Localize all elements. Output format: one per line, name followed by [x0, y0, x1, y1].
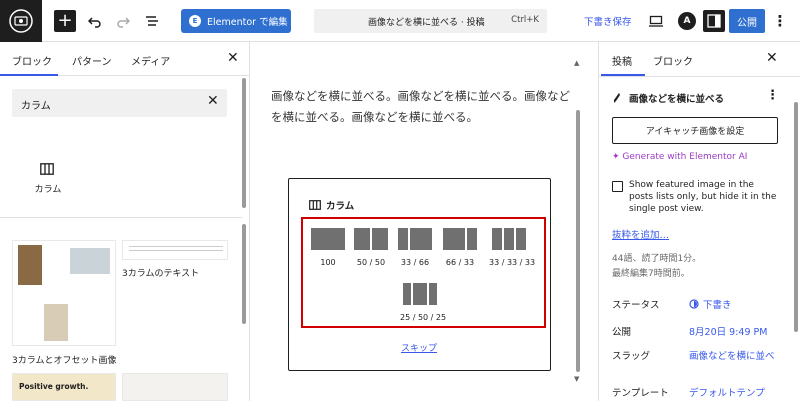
variation-label: 50 / 50: [356, 258, 386, 267]
featured-image-visibility-checkbox[interactable]: [612, 181, 623, 192]
columns-placeholder-title: カラム: [309, 198, 354, 212]
publish-date-button[interactable]: 8月20日 9:49 PM: [689, 324, 767, 338]
settings-sidebar: 投稿 ブロック ✕ 画像などを横に並べる ⋮ アイキャッチ画像を設定 ✦ Gen…: [598, 42, 800, 401]
inserter-tabs: ブロック パターン メディア ✕: [0, 42, 250, 76]
publish-button[interactable]: 公開: [729, 9, 765, 33]
document-title: 画像などを横に並べる · 投稿: [368, 18, 485, 28]
elementor-icon: E: [189, 15, 201, 27]
variation-66-33[interactable]: 66 / 33: [440, 228, 480, 267]
column-variations-highlight: 100 50 / 50 33 / 66 66 / 33 33 / 33 / 33: [301, 217, 546, 328]
pattern-image: [44, 304, 68, 341]
command-palette-bar[interactable]: 画像などを横に並べる · 投稿 Ctrl+K: [314, 9, 547, 33]
add-excerpt-link[interactable]: 抜粋を追加…: [612, 227, 669, 241]
redo-icon[interactable]: [114, 9, 132, 33]
publish-label: 公開: [612, 327, 632, 338]
shortcut-hint: Ctrl+K: [511, 15, 539, 25]
sidebar-scrollbar[interactable]: [794, 102, 798, 332]
pattern-image: [70, 248, 110, 274]
generate-ai-link[interactable]: ✦ Generate with Elementor AI: [612, 152, 747, 162]
post-title-label: 画像などを横に並べる: [629, 94, 725, 105]
tab-media[interactable]: メディア: [131, 53, 170, 68]
pattern-image: [18, 245, 42, 285]
divider: [0, 217, 242, 218]
options-menu-icon[interactable]: ⋮: [773, 9, 788, 33]
status-value-button[interactable]: 下書き: [689, 297, 732, 311]
block-inserter-panel: ブロック パターン メディア ✕ カラム ✕ カラム 3カラムとオフセット画像 …: [0, 42, 250, 401]
variation-label: 100: [320, 258, 336, 267]
variation-33-33-33[interactable]: 33 / 33 / 33: [489, 228, 536, 267]
template-label: テンプレート: [612, 388, 669, 399]
pattern-preview-growth[interactable]: Positive growth.: [12, 373, 116, 401]
pattern-label: 3カラムのテキスト: [122, 269, 200, 279]
active-tab-indicator: [0, 74, 58, 76]
site-logo-icon[interactable]: [0, 0, 42, 42]
pattern-preview[interactable]: [122, 373, 228, 401]
settings-panel-toggle-icon[interactable]: [703, 10, 725, 32]
add-block-icon[interactable]: +: [54, 10, 76, 32]
clear-search-icon[interactable]: ✕: [207, 93, 219, 109]
variation-33-66[interactable]: 33 / 66: [395, 228, 435, 267]
slug-label: スラッグ: [612, 351, 651, 362]
editor-topbar: + E Elementor で編集 画像などを横に並べる · 投稿 Ctrl+K…: [0, 0, 800, 42]
block-search-input[interactable]: カラム ✕: [12, 89, 227, 117]
elementor-button-label: Elementor で編集: [207, 17, 288, 28]
paragraph-block[interactable]: 画像などを横に並べる。画像などを横に並べる。画像などを横に並べる。画像などを横に…: [271, 86, 577, 128]
template-value-button[interactable]: デフォルトテンプ: [689, 385, 765, 399]
columns-block-placeholder: カラム 100 50 / 50 33 / 66 66 / 33 33 / 33 …: [288, 178, 551, 371]
scroll-up-icon[interactable]: ▲: [574, 59, 579, 67]
block-item-label: カラム: [34, 185, 62, 195]
canvas-scrollbar[interactable]: [576, 110, 580, 372]
tab-blocks[interactable]: ブロック: [12, 53, 52, 68]
columns-title-label: カラム: [326, 201, 355, 212]
columns-block-item[interactable]: カラム: [22, 150, 74, 200]
edit-with-elementor-button[interactable]: E Elementor で編集: [181, 9, 291, 33]
draft-status-icon: [689, 299, 699, 309]
columns-icon: [40, 163, 54, 175]
close-inserter-icon[interactable]: ✕: [227, 50, 239, 66]
tab-patterns[interactable]: パターン: [72, 53, 112, 68]
pattern-scrollbar[interactable]: [242, 224, 246, 324]
document-overview-icon[interactable]: [143, 9, 161, 33]
editor-canvas: ▲ 画像などを横に並べる。画像などを横に並べる。画像などを横に並べる。画像などを…: [250, 42, 598, 401]
pattern-preview-text: Positive growth.: [19, 382, 89, 391]
variation-label: 25 / 50 / 25: [400, 313, 447, 322]
word-count: 44語、読了時間1分。: [612, 254, 702, 264]
skip-link[interactable]: スキップ: [401, 341, 437, 354]
search-value: カラム: [21, 101, 51, 112]
tab-post[interactable]: 投稿: [612, 53, 632, 68]
status-label: ステータス: [612, 300, 660, 311]
last-edited: 最終編集7時間前。: [612, 269, 690, 279]
post-pin-icon: [614, 93, 620, 103]
undo-icon[interactable]: [86, 9, 104, 33]
variation-label: 33 / 33 / 33: [489, 258, 536, 267]
slug-value-button[interactable]: 画像などを横に並べ: [689, 348, 775, 362]
variation-100[interactable]: 100: [308, 228, 348, 267]
variation-50-50[interactable]: 50 / 50: [351, 228, 391, 267]
pattern-label: 3カラムとオフセット画像: [12, 356, 117, 366]
variation-label: 66 / 33: [445, 258, 475, 267]
tab-block[interactable]: ブロック: [653, 53, 693, 68]
variation-25-50-25[interactable]: 25 / 50 / 25: [400, 283, 447, 322]
astra-settings-icon[interactable]: A: [678, 12, 696, 30]
status-value: 下書き: [703, 300, 732, 311]
close-sidebar-icon[interactable]: ✕: [766, 50, 778, 66]
post-actions-icon[interactable]: ⋮: [766, 88, 779, 103]
preview-icon[interactable]: [648, 9, 664, 33]
pattern-preview-offset-images[interactable]: [12, 240, 116, 346]
variation-label: 33 / 66: [400, 258, 430, 267]
scroll-down-icon[interactable]: ▼: [574, 375, 579, 383]
columns-icon: [309, 200, 321, 210]
pattern-preview-text-columns[interactable]: [122, 240, 228, 260]
divider: [599, 76, 800, 77]
save-draft-button[interactable]: 下書き保存: [584, 14, 632, 28]
inserter-scrollbar[interactable]: [242, 78, 246, 208]
checkbox-label: Show featured image in the posts lists o…: [629, 180, 777, 214]
post-summary-title: 画像などを横に並べる: [612, 91, 724, 105]
set-featured-image-button[interactable]: アイキャッチ画像を設定: [612, 117, 778, 144]
